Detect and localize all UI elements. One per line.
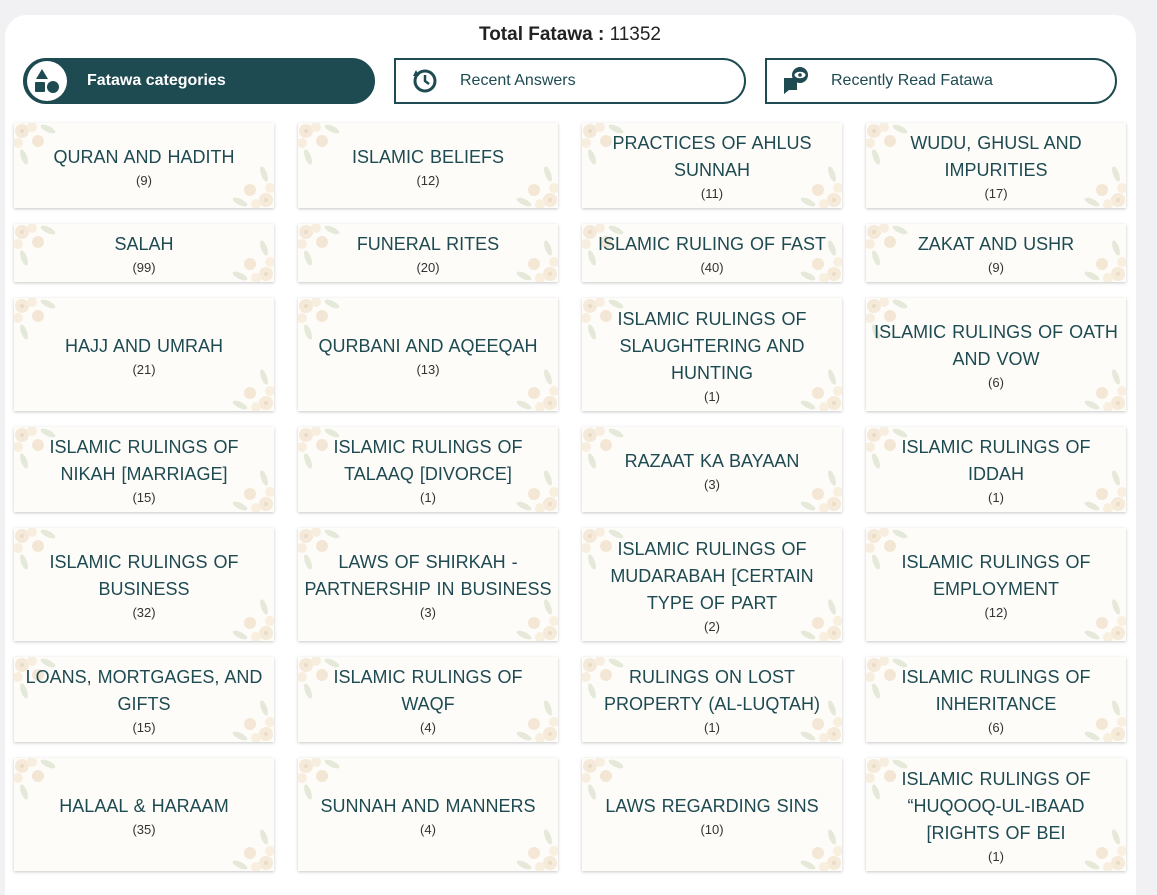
category-title: ISLAMIC RULINGS OF OATH AND VOW	[874, 322, 1118, 369]
total-label: Total Fatawa :	[479, 24, 605, 45]
category-grid: QURAN AND HADITH (9) ISLAMIC BELIEFS (12)	[14, 123, 1126, 871]
category-title: PRACTICES OF AHLUS SUNNAH	[612, 133, 812, 180]
category-count: (99)	[132, 260, 156, 275]
category-card[interactable]: ZAKAT AND USHR (9)	[866, 224, 1126, 282]
floral-decoration	[14, 224, 78, 282]
category-count: (3)	[420, 605, 436, 620]
category-title: ISLAMIC RULINGS OF INHERITANCE	[901, 667, 1091, 714]
category-card[interactable]: LOANS, MORTGAGES, AND GIFTS (15)	[14, 657, 274, 742]
category-count: (9)	[136, 172, 152, 188]
tab-fatawa-categories[interactable]: Fatawa categories	[23, 58, 375, 104]
category-card[interactable]: ISLAMIC RULINGS OF INHERITANCE (6)	[866, 657, 1126, 742]
category-card[interactable]: SUNNAH AND MANNERS (4)	[298, 758, 558, 871]
category-count: (12)	[416, 172, 440, 188]
category-count: (1)	[988, 490, 1004, 505]
category-card[interactable]: ISLAMIC RULINGS OF EMPLOYMENT (12)	[866, 528, 1126, 641]
category-count: (21)	[132, 361, 156, 377]
category-title: RULINGS ON LOST PROPERTY (AL-LUQTAH)	[603, 667, 821, 714]
category-title: HAJJ AND UMRAH	[64, 335, 223, 356]
category-title: ISLAMIC RULINGS OF “HUQOOQ-UL-IBAAD [RIG…	[901, 768, 1091, 843]
category-title: HALAAL & HARAAM	[59, 795, 229, 816]
category-title: SUNNAH AND MANNERS	[320, 795, 536, 816]
category-title: ISLAMIC RULINGS OF SLAUGHTERING AND HUNT…	[617, 308, 807, 383]
category-title: LAWS REGARDING SINS	[605, 795, 819, 816]
category-count: (11)	[700, 186, 724, 201]
category-card[interactable]: RULINGS ON LOST PROPERTY (AL-LUQTAH) (1)	[582, 657, 842, 742]
category-title: ISLAMIC RULINGS OF BUSINESS	[49, 552, 239, 599]
category-title: ISLAMIC RULINGS OF MUDARABAH [CERTAIN TY…	[610, 538, 814, 613]
category-card[interactable]: ISLAMIC RULINGS OF NIKAH [MARRIAGE] (15)	[14, 427, 274, 512]
category-count: (6)	[988, 375, 1004, 390]
total-fatawa: Total Fatawa : 11352	[0, 24, 1140, 46]
category-card[interactable]: ISLAMIC RULINGS OF BUSINESS (32)	[14, 528, 274, 641]
tab-recently-read[interactable]: Recently Read Fatawa	[765, 58, 1117, 104]
floral-decoration	[210, 224, 274, 282]
category-count: (1)	[704, 388, 720, 404]
category-count: (20)	[416, 260, 440, 275]
shapes-icon	[27, 61, 67, 101]
category-card[interactable]: QURAN AND HADITH (9)	[14, 123, 274, 208]
category-title: ISLAMIC RULING OF FAST	[597, 234, 827, 254]
category-count: (3)	[704, 476, 720, 492]
category-card[interactable]: PRACTICES OF AHLUS SUNNAH (11)	[582, 123, 842, 208]
category-card[interactable]: HAJJ AND UMRAH (21)	[14, 298, 274, 411]
category-card[interactable]: LAWS OF SHIRKAH - PARTNERSHIP IN BUSINES…	[298, 528, 558, 641]
category-count: (6)	[988, 720, 1004, 735]
category-count: (32)	[132, 605, 156, 620]
category-count: (1)	[420, 490, 436, 505]
category-card[interactable]: HALAAL & HARAAM (35)	[14, 758, 274, 871]
category-card[interactable]: LAWS REGARDING SINS (10)	[582, 758, 842, 871]
category-count: (10)	[700, 821, 724, 837]
category-title: QURAN AND HADITH	[53, 146, 235, 167]
category-card[interactable]: ISLAMIC RULINGS OF OATH AND VOW (6)	[866, 298, 1126, 411]
category-card[interactable]: ISLAMIC RULINGS OF TALAAQ [DIVORCE] (1)	[298, 427, 558, 512]
category-card[interactable]: ISLAMIC BELIEFS (12)	[298, 123, 558, 208]
category-title: ISLAMIC RULINGS OF WAQF	[333, 667, 523, 714]
category-title: WUDU, GHUSL AND IMPURITIES	[910, 133, 1082, 180]
category-card[interactable]: ISLAMIC RULINGS OF IDDAH (1)	[866, 427, 1126, 512]
category-count: (4)	[420, 720, 436, 735]
category-count: (12)	[984, 605, 1008, 620]
category-count: (4)	[420, 821, 436, 837]
category-count: (17)	[984, 186, 1008, 201]
category-title: RAZAAT KA BAYAAN	[624, 450, 800, 471]
category-title: ISLAMIC RULINGS OF NIKAH [MARRIAGE]	[49, 437, 239, 484]
category-count: (13)	[416, 361, 440, 377]
category-title: ISLAMIC RULINGS OF EMPLOYMENT	[901, 552, 1091, 599]
category-title: LAWS OF SHIRKAH - PARTNERSHIP IN BUSINES…	[304, 552, 552, 599]
history-icon	[402, 58, 448, 104]
category-card[interactable]: ISLAMIC RULINGS OF “HUQOOQ-UL-IBAAD [RIG…	[866, 758, 1126, 871]
category-card[interactable]: FUNERAL RITES (20)	[298, 224, 558, 282]
category-count: (2)	[704, 618, 720, 634]
category-title: ISLAMIC BELIEFS	[351, 146, 505, 167]
category-title: ZAKAT AND USHR	[917, 234, 1075, 254]
tab-recent-answers[interactable]: Recent Answers	[394, 58, 746, 104]
tab-label: Recent Answers	[460, 72, 576, 89]
tab-label: Fatawa categories	[87, 72, 226, 89]
category-card[interactable]: QURBANI AND AQEEQAH (13)	[298, 298, 558, 411]
category-title: FUNERAL RITES	[356, 234, 500, 254]
category-title: ISLAMIC RULINGS OF TALAAQ [DIVORCE]	[333, 437, 523, 484]
category-title: QURBANI AND AQEEQAH	[318, 335, 538, 356]
category-count: (15)	[132, 490, 156, 505]
category-title: LOANS, MORTGAGES, AND GIFTS	[25, 667, 263, 714]
category-count: (35)	[132, 821, 156, 837]
category-card[interactable]: SALAH (99)	[14, 224, 274, 282]
category-title: SALAH	[114, 234, 174, 254]
category-count: (40)	[700, 260, 724, 275]
read-eye-icon	[773, 58, 819, 104]
category-card[interactable]: RAZAAT KA BAYAAN (3)	[582, 427, 842, 512]
tab-label: Recently Read Fatawa	[831, 72, 993, 89]
category-card[interactable]: ISLAMIC RULINGS OF MUDARABAH [CERTAIN TY…	[582, 528, 842, 641]
category-card[interactable]: ISLAMIC RULINGS OF WAQF (4)	[298, 657, 558, 742]
category-count: (1)	[704, 720, 720, 735]
category-count: (9)	[988, 260, 1004, 275]
category-count: (15)	[132, 720, 156, 735]
category-title: ISLAMIC RULINGS OF IDDAH	[901, 437, 1091, 484]
category-card[interactable]: WUDU, GHUSL AND IMPURITIES (17)	[866, 123, 1126, 208]
category-count: (1)	[988, 848, 1004, 864]
total-value: 11352	[609, 24, 661, 45]
category-card[interactable]: ISLAMIC RULING OF FAST (40)	[582, 224, 842, 282]
category-card[interactable]: ISLAMIC RULINGS OF SLAUGHTERING AND HUNT…	[582, 298, 842, 411]
